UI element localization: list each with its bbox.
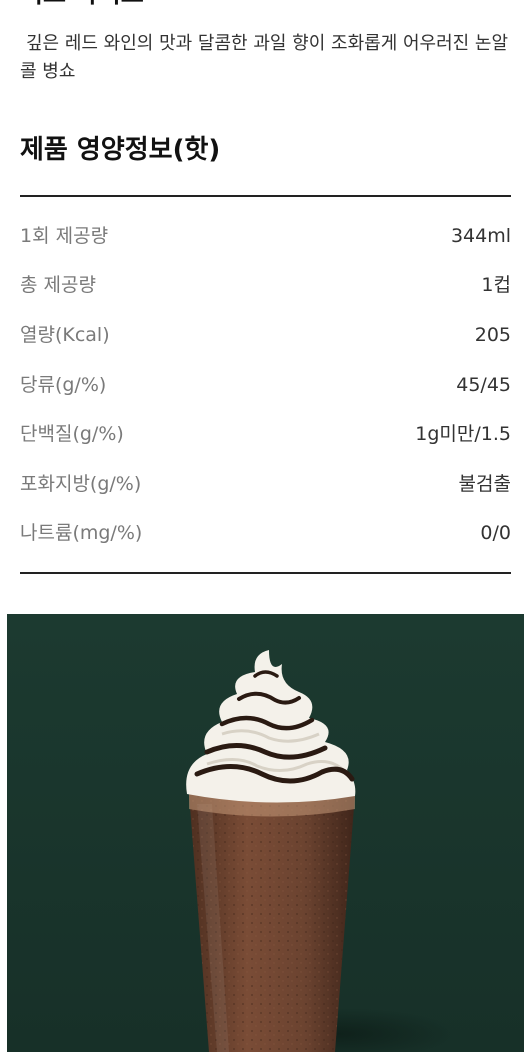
- product-description: 깊은 레드 와인의 맛과 달콤한 과일 향이 조화롭게 어우러진 논알콜 병쇼: [20, 33, 509, 82]
- nutrition-value: 1g미만/1.5: [415, 423, 511, 446]
- frappuccino-illustration: [7, 614, 524, 1052]
- nutrition-top-divider: [20, 195, 511, 197]
- nutrition-row-protein: 단백질(g/%) 1g미만/1.5: [20, 409, 511, 459]
- nutrition-bottom-divider: [20, 572, 511, 574]
- nutrition-label: 당류(g/%): [20, 373, 107, 396]
- nutrition-value: 0/0: [480, 522, 511, 545]
- product-title: 피크 라이트: [20, 0, 144, 8]
- nutrition-value: 205: [474, 323, 511, 346]
- nutrition-value: 45/45: [456, 373, 511, 396]
- nutrition-label: 단백질(g/%): [20, 423, 124, 446]
- nutrition-label: 1회 제공량: [20, 224, 109, 247]
- nutrition-row-serving-size: 1회 제공량 344ml: [20, 211, 511, 261]
- nutrition-label: 열량(Kcal): [20, 323, 110, 346]
- nutrition-row-sodium: 나트륨(mg/%) 0/0: [20, 509, 511, 559]
- nutrition-row-total-serving: 총 제공량 1컵: [20, 261, 511, 311]
- nutrition-table: 1회 제공량 344ml 총 제공량 1컵 열량(Kcal) 205 당류(g/…: [20, 211, 511, 558]
- nutrition-label: 포화지방(g/%): [20, 472, 142, 495]
- product-detail-page: 피크 라이트 깊은 레드 와인의 맛과 달콤한 과일 향이 조화롭게 어우러진 …: [0, 0, 526, 1052]
- nutrition-value: 1컵: [481, 274, 511, 297]
- nutrition-row-saturated-fat: 포화지방(g/%) 불검출: [20, 459, 511, 509]
- nutrition-label: 나트륨(mg/%): [20, 522, 143, 545]
- nutrition-label: 총 제공량: [20, 274, 96, 297]
- nutrition-row-sugar: 당류(g/%) 45/45: [20, 360, 511, 410]
- nutrition-value: 344ml: [450, 224, 511, 247]
- nutrition-section-title: 제품 영양정보(핫): [20, 135, 221, 165]
- nutrition-value: 불검출: [458, 472, 511, 495]
- nutrition-row-calories: 열량(Kcal) 205: [20, 310, 511, 360]
- product-photo: [7, 614, 524, 1052]
